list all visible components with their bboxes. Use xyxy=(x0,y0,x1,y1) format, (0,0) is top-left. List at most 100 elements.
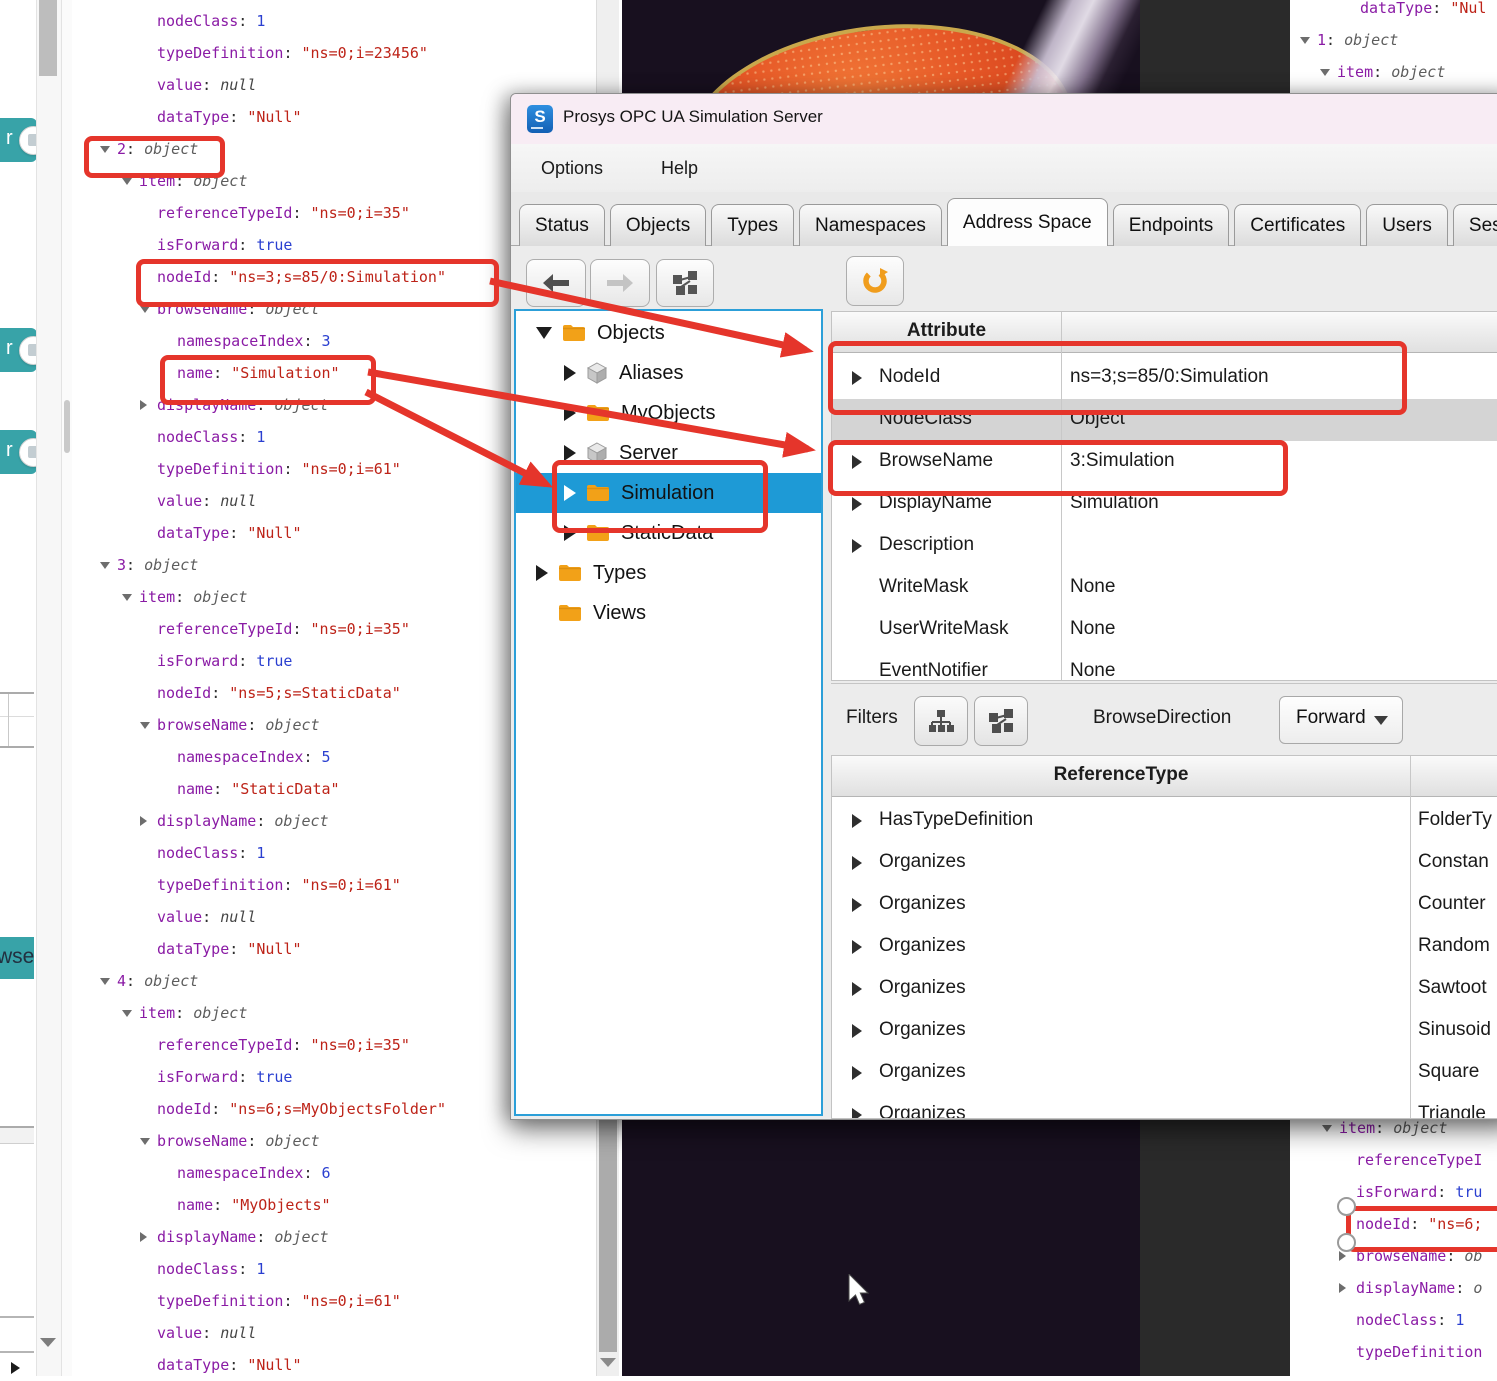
tree-item-types[interactable]: Types xyxy=(516,553,821,593)
json-row[interactable]: isForward: true xyxy=(62,645,292,677)
json-row[interactable]: browseName: object xyxy=(62,293,320,325)
json-row[interactable]: value: null xyxy=(62,901,256,933)
expander-right-icon[interactable] xyxy=(852,1108,862,1118)
json-row[interactable]: displayName: object xyxy=(62,389,329,421)
json-row[interactable]: browseName: object xyxy=(62,709,320,741)
tree-item-server[interactable]: Server xyxy=(516,433,821,473)
tab-namespaces[interactable]: Namespaces xyxy=(799,204,942,246)
tree-item-myobjects[interactable]: MyObjects xyxy=(516,393,821,433)
browse-direction-dropdown[interactable]: Forward xyxy=(1279,696,1403,744)
tab-objects[interactable]: Objects xyxy=(610,204,706,246)
tree-item-simulation[interactable]: Simulation xyxy=(516,473,821,513)
tree-item-aliases[interactable]: Aliases xyxy=(516,353,821,393)
sidebar-button[interactable]: r xyxy=(0,118,37,162)
tab-status[interactable]: Status xyxy=(519,204,605,246)
json-row[interactable]: displayName: object xyxy=(62,1221,329,1253)
json-row[interactable]: nodeId: "ns=6;s=MyObjectsFolder" xyxy=(62,1093,446,1125)
tab-endpoints[interactable]: Endpoints xyxy=(1113,204,1230,246)
json-row[interactable]: item: object xyxy=(62,165,247,197)
expander-down-icon[interactable] xyxy=(122,594,132,601)
json-row[interactable]: name: "StaticData" xyxy=(62,773,340,805)
annotation-handle[interactable] xyxy=(1337,1233,1356,1252)
attribute-row-displayname[interactable]: DisplayNameSimulation xyxy=(832,483,1497,525)
scroll-down-icon[interactable] xyxy=(600,1358,616,1367)
menu-item-help[interactable]: Help xyxy=(661,158,698,179)
json-row[interactable]: dataType: "Null" xyxy=(62,933,302,965)
expander-down-icon[interactable] xyxy=(536,327,552,339)
expander-right-icon[interactable] xyxy=(852,1024,862,1038)
json-row[interactable]: namespaceIndex: 3 xyxy=(62,325,331,357)
expander-down-icon[interactable] xyxy=(122,178,132,185)
reference-row[interactable]: OrganizesCounter xyxy=(832,884,1497,926)
json-row[interactable]: namespaceIndex: 6 xyxy=(62,1157,331,1189)
forward-button[interactable] xyxy=(590,259,650,307)
json-row[interactable]: item: object xyxy=(62,997,247,1029)
json-row[interactable]: 4: object xyxy=(62,965,198,997)
expander-right-icon[interactable] xyxy=(140,1232,147,1242)
json-row[interactable]: displayName: o xyxy=(1290,1272,1482,1304)
json-row[interactable]: browseName: ob xyxy=(1290,1240,1482,1272)
reference-row[interactable]: HasTypeDefinitionFolderTy xyxy=(832,800,1497,842)
expander-right-icon[interactable] xyxy=(564,525,576,541)
scroll-down-icon[interactable] xyxy=(40,1338,56,1347)
tree-item-views[interactable]: Views xyxy=(516,593,821,633)
scroll-right-icon[interactable] xyxy=(11,1362,20,1374)
scrollbar-thumb[interactable] xyxy=(39,0,57,76)
expander-right-icon[interactable] xyxy=(852,940,862,954)
json-row[interactable]: dataType: "Null" xyxy=(62,1349,302,1381)
json-row[interactable]: displayName: object xyxy=(62,805,329,837)
tab-types[interactable]: Types xyxy=(711,204,794,246)
expander-right-icon[interactable] xyxy=(852,898,862,912)
hierarchy-filter-button[interactable] xyxy=(914,696,968,746)
expander-right-icon[interactable] xyxy=(564,405,576,421)
json-row[interactable]: name: "MyObjects" xyxy=(62,1189,331,1221)
json-row[interactable]: nodeClass: 1 xyxy=(62,837,265,869)
json-row[interactable]: value: null xyxy=(62,69,256,101)
json-row[interactable]: dataType: "Null" xyxy=(62,101,302,133)
tab-certificates[interactable]: Certificates xyxy=(1234,204,1361,246)
attribute-row-description[interactable]: Description xyxy=(832,525,1497,567)
json-row[interactable]: typeDefinition: "ns=0;i=61" xyxy=(62,453,401,485)
expander-right-icon[interactable] xyxy=(536,565,548,581)
attribute-row-nodeclass[interactable]: NodeClassObject xyxy=(832,399,1497,441)
expander-right-icon[interactable] xyxy=(852,814,862,828)
json-row[interactable]: typeDefinition: "ns=0;i=23456" xyxy=(62,37,428,69)
attribute-row-eventnotifier[interactable]: EventNotifierNone xyxy=(832,651,1497,680)
json-row[interactable]: nodeClass: 1 xyxy=(1290,1304,1464,1336)
json-row[interactable]: nodeId: "ns=6; xyxy=(1290,1208,1482,1240)
tab-sess[interactable]: Sess xyxy=(1453,204,1497,246)
expander-down-icon[interactable] xyxy=(100,978,110,985)
menu-item-options[interactable]: Options xyxy=(541,158,603,179)
json-row[interactable]: value: null xyxy=(62,485,256,517)
json-row[interactable]: dataType: "Null" xyxy=(62,517,302,549)
json-row[interactable]: nodeId: "ns=3;s=85/0:Simulation" xyxy=(62,261,446,293)
tree-item-objects[interactable]: Objects xyxy=(516,313,821,353)
expander-down-icon[interactable] xyxy=(1322,1125,1332,1132)
json-row[interactable]: value: null xyxy=(62,1317,256,1349)
json-row[interactable]: name: "Simulation" xyxy=(62,357,340,389)
expander-right-icon[interactable] xyxy=(852,539,862,553)
json-row[interactable]: typeDefinition: "ns=0;i=61" xyxy=(62,1285,401,1317)
reference-row[interactable]: OrganizesConstan xyxy=(832,842,1497,884)
json-row[interactable]: browseName: object xyxy=(62,1125,320,1157)
expander-down-icon[interactable] xyxy=(100,146,110,153)
annotation-handle[interactable] xyxy=(1337,1197,1356,1216)
expander-right-icon[interactable] xyxy=(140,400,147,410)
reference-row[interactable]: OrganizesRandom xyxy=(832,926,1497,968)
json-row[interactable]: isForward: tru xyxy=(1290,1176,1482,1208)
expander-down-icon[interactable] xyxy=(140,722,150,729)
graph-filter-button[interactable] xyxy=(974,696,1028,746)
json-row[interactable]: typeDefinition: "ns=0;i=61" xyxy=(62,869,401,901)
page-scrollbar[interactable] xyxy=(36,0,62,1376)
json-row[interactable]: nodeId: "ns=5;s=StaticData" xyxy=(62,677,401,709)
expander-down-icon[interactable] xyxy=(122,1010,132,1017)
expander-right-icon[interactable] xyxy=(564,445,576,461)
json-row[interactable]: item: object xyxy=(62,581,247,613)
reference-row[interactable]: OrganizesSquare xyxy=(832,1052,1497,1094)
refresh-button[interactable] xyxy=(846,256,904,306)
sidebar-button[interactable]: r xyxy=(0,328,37,372)
expander-right-icon[interactable] xyxy=(140,816,147,826)
attribute-row-nodeid[interactable]: NodeIdns=3;s=85/0:Simulation xyxy=(832,357,1497,399)
json-row[interactable]: isForward: true xyxy=(62,229,292,261)
expander-right-icon[interactable] xyxy=(564,365,576,381)
